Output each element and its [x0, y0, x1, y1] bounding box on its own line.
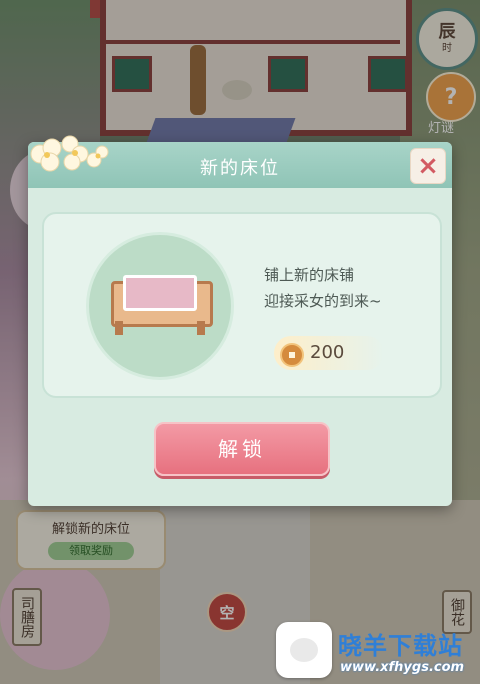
coin-icon — [280, 343, 304, 367]
watermark-title: 晓羊下载站 — [338, 632, 463, 660]
close-icon: × — [417, 151, 439, 181]
sheep-logo-icon — [276, 622, 332, 678]
bed-info-panel: 铺上新的床铺 迎接采女的到来~ 200 — [42, 212, 442, 398]
cost-value: 200 — [310, 342, 345, 363]
cost-display: 200 — [274, 336, 384, 370]
new-bed-dialog: 新的床位 × 铺上新的床铺 迎接采女的到来~ 200 解锁 — [28, 135, 452, 506]
watermark-url: www.xfhygs.com — [340, 660, 465, 675]
description-line-2: 迎接采女的到来~ — [264, 292, 382, 310]
bed-leg — [115, 321, 123, 335]
close-button[interactable]: × — [410, 148, 446, 184]
unlock-button[interactable]: 解锁 — [154, 422, 330, 476]
bed-leg — [197, 321, 205, 335]
dialog-title: 新的床位 — [200, 158, 280, 179]
watermark: 晓羊下载站 www.xfhygs.com — [276, 620, 480, 684]
description-line-1: 铺上新的床铺 — [264, 266, 355, 284]
bed-mattress — [123, 275, 197, 311]
bed-preview — [86, 232, 234, 380]
